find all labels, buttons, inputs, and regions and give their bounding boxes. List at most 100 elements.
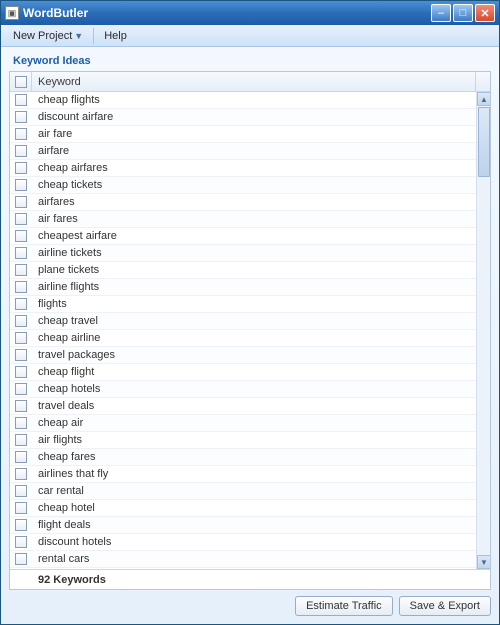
- row-checkbox[interactable]: [15, 502, 27, 514]
- row-checkbox-cell: [10, 519, 32, 531]
- table-row[interactable]: cheap hotel: [10, 500, 476, 517]
- keyword-cell: airline tickets: [32, 247, 476, 259]
- row-checkbox[interactable]: [15, 485, 27, 497]
- keyword-cell: cheap hotel: [32, 502, 476, 514]
- row-checkbox-cell: [10, 485, 32, 497]
- table-row[interactable]: rental cars: [10, 551, 476, 568]
- row-checkbox[interactable]: [15, 315, 27, 327]
- table-row[interactable]: cheap airline: [10, 330, 476, 347]
- table-row[interactable]: cheap tickets: [10, 177, 476, 194]
- table-row[interactable]: cheap travel: [10, 313, 476, 330]
- row-checkbox[interactable]: [15, 94, 27, 106]
- row-checkbox[interactable]: [15, 451, 27, 463]
- menu-new-project[interactable]: New Project▼: [7, 28, 89, 44]
- row-checkbox[interactable]: [15, 111, 27, 123]
- row-checkbox[interactable]: [15, 519, 27, 531]
- row-checkbox-cell: [10, 264, 32, 276]
- row-checkbox[interactable]: [15, 298, 27, 310]
- row-checkbox-cell: [10, 281, 32, 293]
- row-checkbox[interactable]: [15, 349, 27, 361]
- keyword-cell: rental cars: [32, 553, 476, 565]
- table-row[interactable]: plane tickets: [10, 262, 476, 279]
- row-checkbox[interactable]: [15, 196, 27, 208]
- row-checkbox[interactable]: [15, 264, 27, 276]
- table-row[interactable]: discount hotels: [10, 534, 476, 551]
- table-row[interactable]: car rental: [10, 483, 476, 500]
- table-row[interactable]: cheap fares: [10, 449, 476, 466]
- row-checkbox[interactable]: [15, 400, 27, 412]
- row-checkbox-cell: [10, 502, 32, 514]
- row-checkbox-cell: [10, 468, 32, 480]
- row-checkbox-cell: [10, 213, 32, 225]
- keyword-cell: travel deals: [32, 400, 476, 412]
- table-row[interactable]: flights: [10, 296, 476, 313]
- table-row[interactable]: cheap flight: [10, 364, 476, 381]
- table-row[interactable]: airfare: [10, 143, 476, 160]
- row-checkbox[interactable]: [15, 468, 27, 480]
- table-row[interactable]: cheap air: [10, 415, 476, 432]
- table-row[interactable]: flight deals: [10, 517, 476, 534]
- content-area: Keyword Ideas Keyword cheap flightsdisco…: [1, 47, 499, 624]
- table-row[interactable]: cheap airfares: [10, 160, 476, 177]
- scroll-thumb[interactable]: [478, 107, 490, 177]
- table-row[interactable]: travel packages: [10, 347, 476, 364]
- column-header-label: Keyword: [38, 76, 81, 88]
- row-checkbox[interactable]: [15, 213, 27, 225]
- table-row[interactable]: airlines that fly: [10, 466, 476, 483]
- estimate-traffic-button[interactable]: Estimate Traffic: [295, 596, 393, 616]
- scroll-down-button[interactable]: ▼: [477, 555, 490, 569]
- table-row[interactable]: airfares: [10, 194, 476, 211]
- row-checkbox[interactable]: [15, 145, 27, 157]
- row-checkbox[interactable]: [15, 366, 27, 378]
- keyword-cell: air fare: [32, 128, 476, 140]
- keyword-cell: airline flights: [32, 281, 476, 293]
- row-checkbox[interactable]: [15, 162, 27, 174]
- table-row[interactable]: air fare: [10, 126, 476, 143]
- row-checkbox[interactable]: [15, 434, 27, 446]
- table-row[interactable]: airline tickets: [10, 245, 476, 262]
- table-row[interactable]: cheapest airfare: [10, 228, 476, 245]
- menu-help[interactable]: Help: [98, 28, 133, 44]
- grid-body: cheap flightsdiscount airfare air fare air…: [10, 92, 476, 569]
- keyword-cell: cheap hotels: [32, 383, 476, 395]
- row-checkbox[interactable]: [15, 179, 27, 191]
- select-all-checkbox[interactable]: [15, 76, 27, 88]
- table-row[interactable]: travel deals: [10, 398, 476, 415]
- column-header-keyword[interactable]: Keyword: [32, 72, 476, 91]
- scroll-up-button[interactable]: ▲: [477, 92, 490, 106]
- row-checkbox[interactable]: [15, 247, 27, 259]
- menu-separator: [93, 28, 94, 44]
- table-row[interactable]: cheap hotels: [10, 381, 476, 398]
- close-button[interactable]: ✕: [475, 4, 495, 22]
- maximize-button[interactable]: □: [453, 4, 473, 22]
- keyword-grid: Keyword cheap flightsdiscount airfare air…: [9, 71, 491, 590]
- row-checkbox[interactable]: [15, 230, 27, 242]
- minimize-button[interactable]: –: [431, 4, 451, 22]
- row-checkbox[interactable]: [15, 417, 27, 429]
- row-checkbox[interactable]: [15, 332, 27, 344]
- row-checkbox-cell: [10, 400, 32, 412]
- row-checkbox[interactable]: [15, 281, 27, 293]
- table-row[interactable]: airline flights: [10, 279, 476, 296]
- keyword-cell: air flights: [32, 434, 476, 446]
- keyword-cell: cheap air: [32, 417, 476, 429]
- header-scroll-spacer: [476, 72, 490, 91]
- table-row[interactable]: air flights: [10, 432, 476, 449]
- table-row[interactable]: cheap flights: [10, 92, 476, 109]
- row-checkbox-cell: [10, 247, 32, 259]
- keyword-cell: flight deals: [32, 519, 476, 531]
- vertical-scrollbar[interactable]: ▲ ▼: [476, 92, 490, 569]
- titlebar: ▣ WordButler – □ ✕: [1, 1, 499, 25]
- row-checkbox[interactable]: [15, 553, 27, 565]
- app-window: ▣ WordButler – □ ✕ New Project▼ Help Key…: [0, 0, 500, 625]
- row-checkbox[interactable]: [15, 383, 27, 395]
- keyword-cell: plane tickets: [32, 264, 476, 276]
- table-row[interactable]: air fares: [10, 211, 476, 228]
- row-checkbox[interactable]: [15, 536, 27, 548]
- keyword-count: 92 Keywords: [10, 574, 106, 586]
- save-export-button[interactable]: Save & Export: [399, 596, 491, 616]
- table-row[interactable]: discount airfare: [10, 109, 476, 126]
- row-checkbox-cell: [10, 366, 32, 378]
- menu-help-label: Help: [104, 30, 127, 42]
- row-checkbox[interactable]: [15, 128, 27, 140]
